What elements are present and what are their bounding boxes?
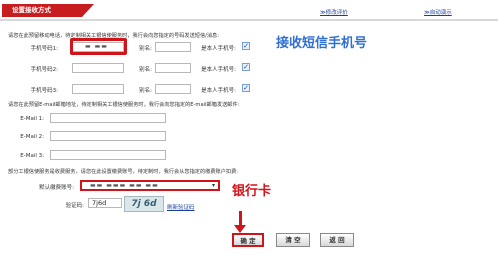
default-account-select[interactable]: ▬▬ ▬▬▬ ▬▬ ▬▬ ▾ — [80, 180, 220, 191]
self3-label: 是本人手机号: — [201, 88, 236, 94]
refresh-captcha-link[interactable]: 刷新验证码 — [167, 203, 195, 211]
email3-label: E-Mail 3: — [20, 153, 44, 159]
self1-label: 是本人手机号: — [201, 46, 236, 52]
fee-instruction: 部分工银信使服务是收费服务，请您在此设置缴费账号，待定制时，我行会从您指定的缴费… — [8, 169, 238, 175]
self1-checkbox[interactable]: ✓ — [242, 42, 250, 50]
phone-annotation-box — [70, 38, 127, 55]
email2-label: E-Mail 2: — [20, 134, 44, 140]
confirm-button[interactable]: 确 定 — [232, 233, 264, 247]
alias2-label: 别名: — [139, 67, 152, 73]
email-instruction: 请您在此预留E-mail邮箱地址，待定制相关工银信使服务时，我行会向您指定的E-… — [8, 102, 240, 108]
default-account-value: ▬▬ ▬▬▬ ▬▬ ▬▬ — [90, 182, 159, 189]
captcha-image: 7j 6d — [124, 196, 164, 212]
alias1-input[interactable] — [155, 42, 191, 52]
alias3-input[interactable] — [155, 84, 191, 94]
captcha-input-value: 7j6d — [92, 199, 107, 207]
alias3-label: 别名: — [139, 88, 152, 94]
back-button[interactable]: 返 回 — [320, 233, 354, 247]
chevron-down-icon: ▾ — [211, 182, 215, 189]
phone3-input[interactable] — [72, 84, 124, 94]
phone2-label: 手机号码2: — [30, 67, 58, 73]
tab-receive-method[interactable]: 设置接收方式 — [2, 4, 82, 17]
phone1-label: 手机号码1: — [30, 46, 58, 52]
sms-phone-annotation: 接收短信手机号 — [276, 36, 368, 51]
auto-demo-link[interactable]: ≫自动演示 — [424, 8, 452, 16]
email1-input[interactable] — [50, 113, 166, 123]
modify-review-link[interactable]: ≫修改评价 — [320, 8, 348, 16]
alias1-label: 别名: — [139, 46, 152, 52]
captcha-label: 验证码: — [65, 203, 84, 209]
self2-checkbox[interactable]: ✓ — [242, 63, 250, 71]
captcha-input[interactable]: 7j6d — [88, 198, 122, 208]
email2-input[interactable] — [50, 131, 166, 141]
arrow-down-icon — [234, 225, 246, 233]
self2-label: 是本人手机号: — [201, 67, 236, 73]
default-account-label: 默认缴费账号: — [39, 185, 74, 191]
bank-card-annotation: 银行卡 — [232, 184, 272, 199]
email3-input[interactable] — [50, 150, 166, 160]
alias2-input[interactable] — [155, 63, 191, 73]
tab-decoration — [82, 4, 94, 17]
self3-checkbox[interactable]: ✓ — [242, 84, 250, 92]
phone2-input[interactable] — [72, 63, 124, 73]
email1-label: E-Mail 1: — [20, 116, 44, 122]
phone3-label: 手机号码3: — [30, 88, 58, 94]
clear-button[interactable]: 清 空 — [276, 233, 310, 247]
